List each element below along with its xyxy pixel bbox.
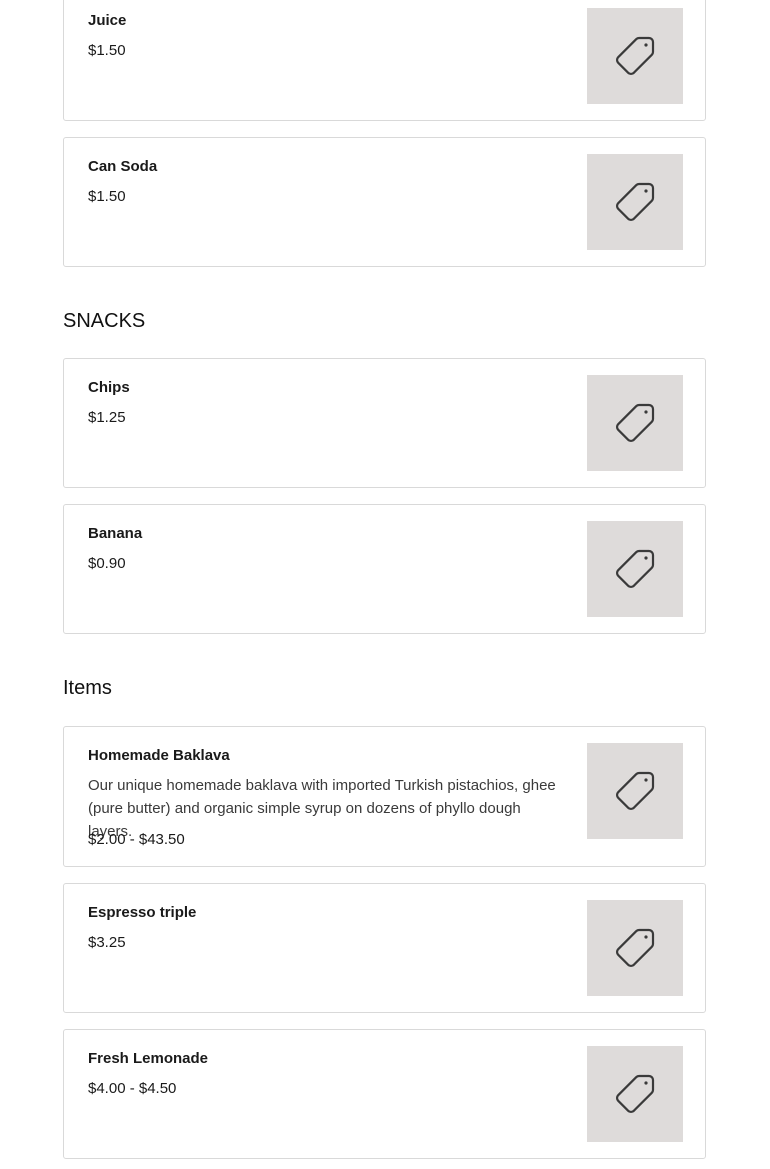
item-name: Chips	[88, 379, 130, 396]
item-thumbnail	[587, 375, 683, 471]
menu-item-card-banana[interactable]: Banana $0.90	[63, 504, 706, 634]
item-thumbnail	[587, 521, 683, 617]
menu-page: Juice $1.50 Can Soda $1.50 SNACKS Chips …	[0, 0, 770, 1169]
menu-item-card-baklava[interactable]: Homemade Baklava Our unique homemade bak…	[63, 726, 706, 867]
menu-item-card-juice[interactable]: Juice $1.50	[63, 0, 706, 121]
item-thumbnail	[587, 8, 683, 104]
item-name: Juice	[88, 12, 127, 29]
item-thumbnail	[587, 900, 683, 996]
item-price: $4.00 - $4.50	[88, 1080, 177, 1097]
price-tag-icon	[615, 403, 655, 443]
price-tag-icon	[615, 771, 655, 811]
section-title-snacks: SNACKS	[63, 310, 146, 332]
item-name: Fresh Lemonade	[88, 1050, 209, 1067]
item-price: $1.50	[88, 188, 126, 205]
price-tag-icon	[615, 1074, 655, 1114]
item-name: Banana	[88, 525, 143, 542]
item-price: $1.25	[88, 409, 126, 426]
item-name: Homemade Baklava	[88, 747, 230, 764]
section-title-items: Items	[63, 677, 112, 699]
price-tag-icon	[615, 182, 655, 222]
item-thumbnail	[587, 1046, 683, 1142]
item-price: $3.25	[88, 934, 126, 951]
item-thumbnail	[587, 154, 683, 250]
menu-item-card-chips[interactable]: Chips $1.25	[63, 358, 706, 488]
item-price: $0.90	[88, 555, 126, 572]
menu-item-card-lemonade[interactable]: Fresh Lemonade $4.00 - $4.50	[63, 1029, 706, 1159]
item-name: Can Soda	[88, 158, 158, 175]
price-tag-icon	[615, 549, 655, 589]
price-tag-icon	[615, 36, 655, 76]
price-tag-icon	[615, 928, 655, 968]
menu-item-card-espresso[interactable]: Espresso triple $3.25	[63, 883, 706, 1013]
item-thumbnail	[587, 743, 683, 839]
item-price: $1.50	[88, 42, 126, 59]
item-price: $2.00 - $43.50	[88, 831, 185, 848]
menu-item-card-can-soda[interactable]: Can Soda $1.50	[63, 137, 706, 267]
item-name: Espresso triple	[88, 904, 197, 921]
